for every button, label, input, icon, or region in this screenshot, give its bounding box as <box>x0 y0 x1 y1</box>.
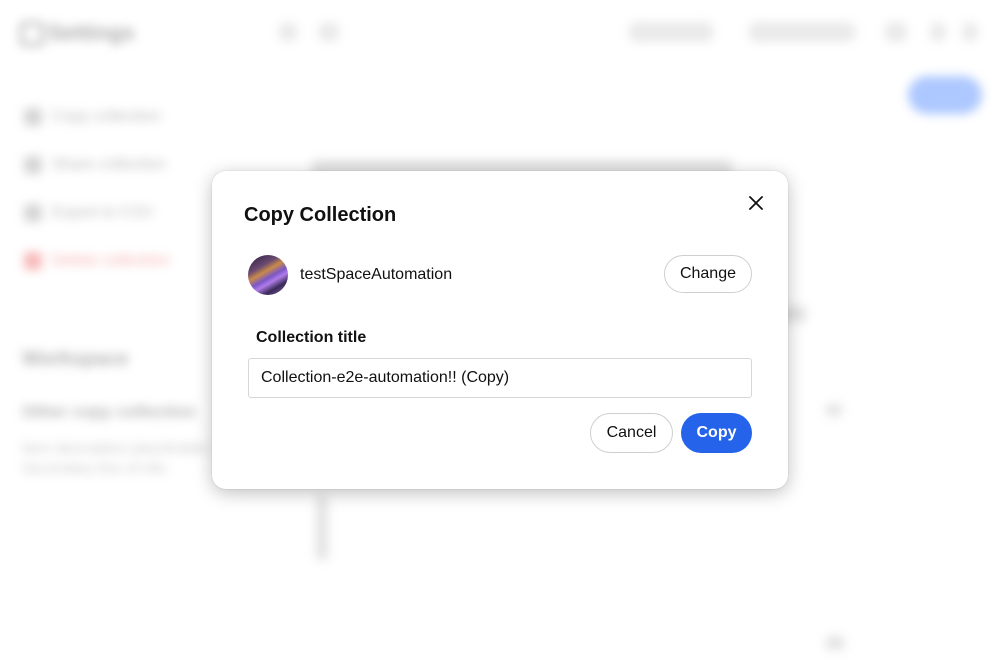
space-name: testSpaceAutomation <box>300 266 453 283</box>
collection-title-label: Collection title <box>256 329 367 346</box>
cancel-button[interactable]: Cancel <box>590 413 673 453</box>
copy-button[interactable]: Copy <box>681 413 752 453</box>
close-button[interactable] <box>742 189 770 217</box>
copy-collection-dialog: Copy Collection testSpaceAutomation Chan… <box>212 171 788 489</box>
dialog-title: Copy Collection <box>244 204 397 226</box>
collection-title-input[interactable] <box>248 358 752 398</box>
space-selector-row: testSpaceAutomation Change <box>248 255 752 295</box>
close-icon <box>749 196 763 210</box>
change-space-button[interactable]: Change <box>663 255 752 293</box>
space-avatar <box>248 255 288 295</box>
